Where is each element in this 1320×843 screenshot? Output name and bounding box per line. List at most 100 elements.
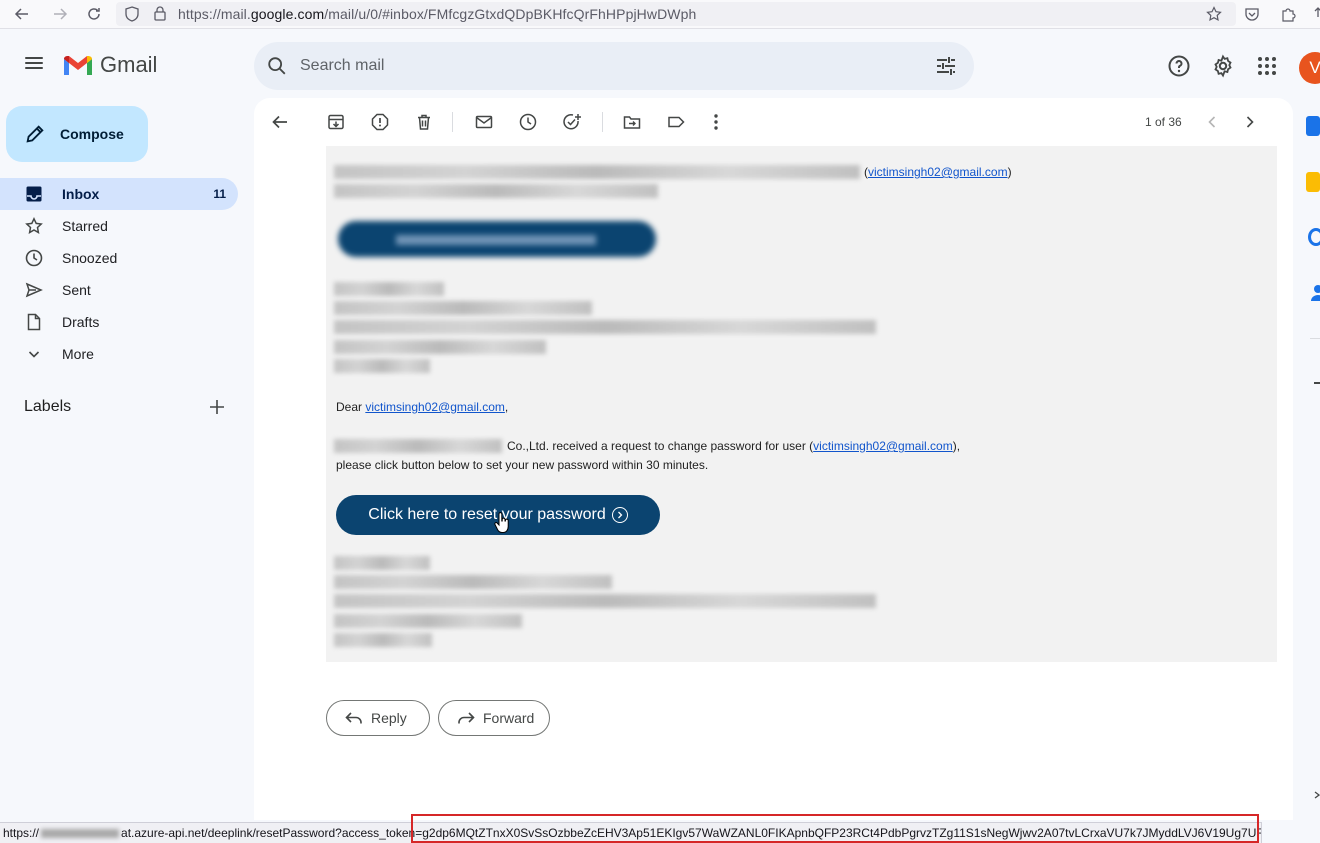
delete-trash-icon[interactable]	[414, 112, 434, 132]
contacts-icon[interactable]	[1310, 284, 1320, 302]
email-link-inline: (victimsingh02@gmail.com)	[864, 165, 1012, 179]
more-options-icon[interactable]	[706, 112, 726, 132]
link-preview-statusbar: https://at.azure-api.net/deeplink/resetP…	[0, 822, 1262, 843]
older-chevron-right-icon[interactable]	[1240, 112, 1260, 132]
apps-grid-icon[interactable]	[1255, 54, 1279, 78]
reset-password-label: Click here to reset your password	[368, 506, 606, 523]
search-options-icon[interactable]	[934, 54, 958, 78]
browser-toolbar: https://mail.google.com/mail/u/0/#inbox/…	[0, 0, 1320, 29]
forward-arrow-icon[interactable]	[48, 2, 72, 26]
archive-icon[interactable]	[326, 112, 346, 132]
report-spam-icon[interactable]	[370, 112, 390, 132]
search-icon[interactable]	[266, 55, 288, 77]
sidebar-item-sent[interactable]: Sent	[0, 274, 238, 306]
sidebar-item-drafts[interactable]: Drafts	[0, 306, 238, 338]
move-to-folder-icon[interactable]	[622, 112, 642, 132]
add-label-icon[interactable]	[209, 397, 225, 419]
redacted-text	[334, 556, 430, 570]
email-link[interactable]: victimsingh02@gmail.com	[813, 439, 953, 453]
redacted-text	[334, 282, 444, 296]
reply-button[interactable]: Reply	[326, 700, 430, 736]
clock-icon	[24, 248, 44, 268]
label-tag-icon[interactable]	[666, 112, 686, 132]
get-addons-icon[interactable]	[1314, 382, 1320, 384]
compose-button[interactable]: Compose	[6, 106, 148, 162]
sidebar-item-label: Inbox	[62, 186, 100, 202]
sidebar-item-label: Drafts	[62, 314, 100, 330]
gmail-logo[interactable]: Gmail	[62, 52, 157, 78]
forward-arrow-icon	[457, 711, 475, 725]
greeting-line: Dear victimsingh02@gmail.com,	[336, 400, 509, 414]
calendar-icon[interactable]	[1306, 116, 1320, 136]
forward-label: Forward	[483, 710, 535, 726]
back-to-inbox-icon[interactable]	[270, 112, 290, 132]
tasks-icon[interactable]	[1308, 228, 1320, 246]
sidebar-item-inbox[interactable]: Inbox 11	[0, 178, 238, 210]
reload-icon[interactable]	[82, 2, 106, 26]
send-icon	[24, 280, 44, 300]
extensions-icon[interactable]	[1278, 4, 1298, 24]
sidebar-item-label: Sent	[62, 282, 91, 298]
share-icon[interactable]	[1308, 4, 1320, 24]
instruction-line: please click button below to set your ne…	[336, 458, 709, 472]
star-icon	[24, 216, 44, 236]
redacted-text	[334, 320, 876, 334]
redacted-text	[334, 633, 432, 647]
snooze-clock-icon[interactable]	[518, 112, 538, 132]
redacted-text	[334, 575, 612, 589]
redacted-text	[334, 184, 658, 198]
draft-icon	[24, 312, 44, 332]
redacted-text	[334, 359, 430, 373]
labels-heading: Labels	[24, 398, 72, 415]
account-avatar[interactable]: V	[1299, 52, 1320, 84]
settings-gear-icon[interactable]	[1211, 54, 1235, 78]
email-link[interactable]: victimsingh02@gmail.com	[365, 400, 505, 414]
circle-arrow-icon	[611, 507, 628, 523]
sidebar-item-label: Snoozed	[62, 250, 118, 266]
mark-unread-icon[interactable]	[474, 112, 494, 132]
back-arrow-icon[interactable]	[10, 2, 34, 26]
redacted-text	[334, 340, 546, 354]
side-panel-divider	[1310, 338, 1320, 339]
main-menu-icon[interactable]	[22, 54, 46, 78]
redacted-host	[41, 829, 120, 839]
sidebar-item-label: Starred	[62, 218, 108, 234]
address-bar[interactable]: https://mail.google.com/mail/u/0/#inbox/…	[116, 2, 1236, 26]
expand-panel-icon[interactable]	[1314, 786, 1320, 799]
redacted-text	[334, 165, 860, 179]
redacted-text	[334, 301, 592, 315]
tracking-shield-icon[interactable]	[124, 6, 140, 27]
email-link[interactable]: victimsingh02@gmail.com	[868, 165, 1008, 179]
hand-pointer-cursor-icon	[494, 512, 510, 539]
redacted-company-name	[334, 439, 502, 453]
help-icon[interactable]	[1167, 54, 1191, 78]
lock-icon[interactable]	[152, 5, 168, 26]
search-bar[interactable]: Search mail	[254, 42, 974, 90]
add-to-tasks-icon[interactable]	[562, 112, 582, 132]
toolbar-divider	[452, 112, 453, 132]
message-view: 1 of 36 (victimsingh02@gmail.com) Dear v…	[254, 98, 1293, 820]
sidebar-item-label: More	[62, 346, 94, 362]
search-input[interactable]: Search mail	[300, 57, 384, 75]
request-line: Co.,Ltd. received a request to change pa…	[507, 439, 961, 453]
pagination-text: 1 of 36	[1145, 115, 1182, 129]
sidebar-item-snoozed[interactable]: Snoozed	[0, 242, 238, 274]
reply-label: Reply	[371, 710, 407, 726]
bookmark-star-icon[interactable]	[1204, 4, 1224, 24]
reply-arrow-icon	[345, 711, 363, 725]
compose-label: Compose	[60, 126, 124, 142]
forward-button[interactable]: Forward	[438, 700, 550, 736]
sidebar-item-starred[interactable]: Starred	[0, 210, 238, 242]
sidebar-item-more[interactable]: More	[0, 338, 238, 370]
toolbar-divider	[602, 112, 603, 132]
pocket-icon[interactable]	[1242, 4, 1262, 24]
keep-icon[interactable]	[1306, 172, 1320, 192]
email-body: (victimsingh02@gmail.com) Dear victimsin…	[326, 146, 1277, 662]
pencil-icon	[24, 123, 46, 145]
gmail-header: Gmail Search mail V	[0, 30, 1320, 102]
redacted-button-label	[396, 235, 596, 245]
inbox-icon	[24, 184, 44, 204]
gmail-m-icon	[64, 56, 92, 75]
unread-count: 11	[213, 187, 226, 201]
newer-chevron-left-icon[interactable]	[1202, 112, 1222, 132]
